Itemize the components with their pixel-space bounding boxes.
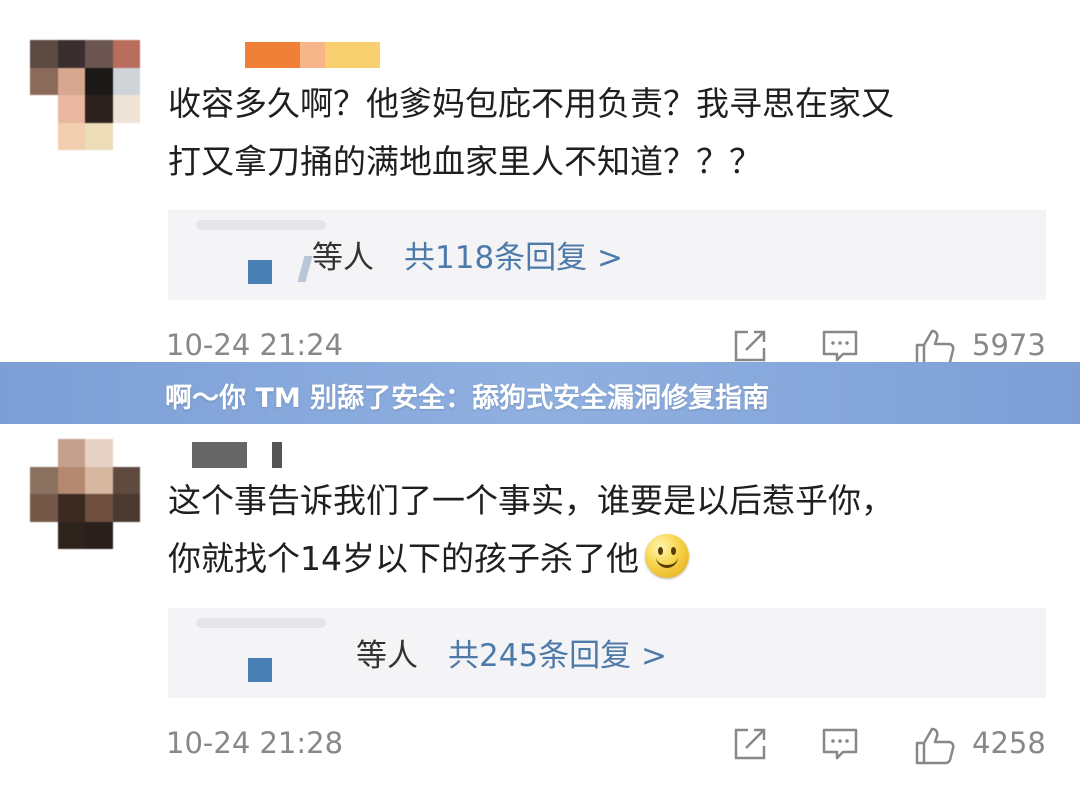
comment-text-line-2: 你就找个14岁以下的孩子杀了他 bbox=[168, 539, 639, 578]
comment-item: 这个事告诉我们了一个事实，谁要是以后惹乎你， 你就找个14岁以下的孩子杀了他 等人… bbox=[0, 424, 1080, 785]
comment-meta: 10-24 21:28 4258 bbox=[166, 726, 1046, 766]
timestamp: 10-24 21:24 bbox=[166, 328, 344, 362]
reply-users-label: 等人 bbox=[312, 240, 374, 276]
comment-text: 这个事告诉我们了一个事实，谁要是以后惹乎你， 你就找个14岁以下的孩子杀了他 bbox=[168, 472, 1058, 588]
banner-title: 啊～你 TM 别舔了安全：舔狗式安全漏洞修复指南 bbox=[165, 383, 770, 414]
avatar[interactable] bbox=[30, 439, 140, 549]
smiley-emoji-icon bbox=[645, 534, 689, 578]
like-count: 5973 bbox=[972, 328, 1046, 362]
comment-text-line-1: 这个事告诉我们了一个事实，谁要是以后惹乎你， bbox=[168, 481, 894, 520]
like-count: 4258 bbox=[972, 726, 1046, 760]
thumbs-up-icon[interactable] bbox=[914, 726, 956, 766]
comment-text-line-1: 收容多久啊？他爹妈包庇不用负责？我寻思在家又 bbox=[168, 84, 894, 123]
reply-users-label: 等人 bbox=[356, 638, 418, 674]
comment-text-line-2: 打又拿刀捅的满地血家里人不知道？？？ bbox=[168, 142, 762, 181]
comment-text: 收容多久啊？他爹妈包庇不用负责？我寻思在家又 打又拿刀捅的满地血家里人不知道？？？ bbox=[168, 75, 1058, 191]
censored-mark bbox=[297, 256, 313, 282]
avatar[interactable] bbox=[30, 40, 140, 150]
username-censored[interactable] bbox=[192, 442, 282, 468]
timestamp: 10-24 21:28 bbox=[166, 726, 344, 760]
reply-count-link[interactable]: 共245条回复 > bbox=[448, 630, 667, 675]
reply-summary[interactable]: 等人 共245条回复 > bbox=[168, 608, 1046, 698]
reply-count-link[interactable]: 共118条回复 > bbox=[404, 232, 623, 277]
comment-icon[interactable] bbox=[821, 726, 859, 762]
censored-bar bbox=[196, 220, 326, 230]
reply-summary[interactable]: 等人 共118条回复 > bbox=[168, 210, 1046, 300]
share-icon[interactable] bbox=[732, 328, 770, 364]
comment-icon[interactable] bbox=[821, 328, 859, 364]
share-icon[interactable] bbox=[732, 726, 770, 762]
reply-avatar-censored bbox=[248, 260, 272, 284]
reply-avatar-censored bbox=[248, 658, 272, 682]
censored-bar bbox=[196, 618, 326, 628]
username-censored[interactable] bbox=[245, 42, 380, 68]
title-banner: 啊～你 TM 别舔了安全：舔狗式安全漏洞修复指南 bbox=[0, 362, 1080, 424]
comment-item: 收容多久啊？他爹妈包庇不用负责？我寻思在家又 打又拿刀捅的满地血家里人不知道？？？… bbox=[0, 0, 1080, 367]
